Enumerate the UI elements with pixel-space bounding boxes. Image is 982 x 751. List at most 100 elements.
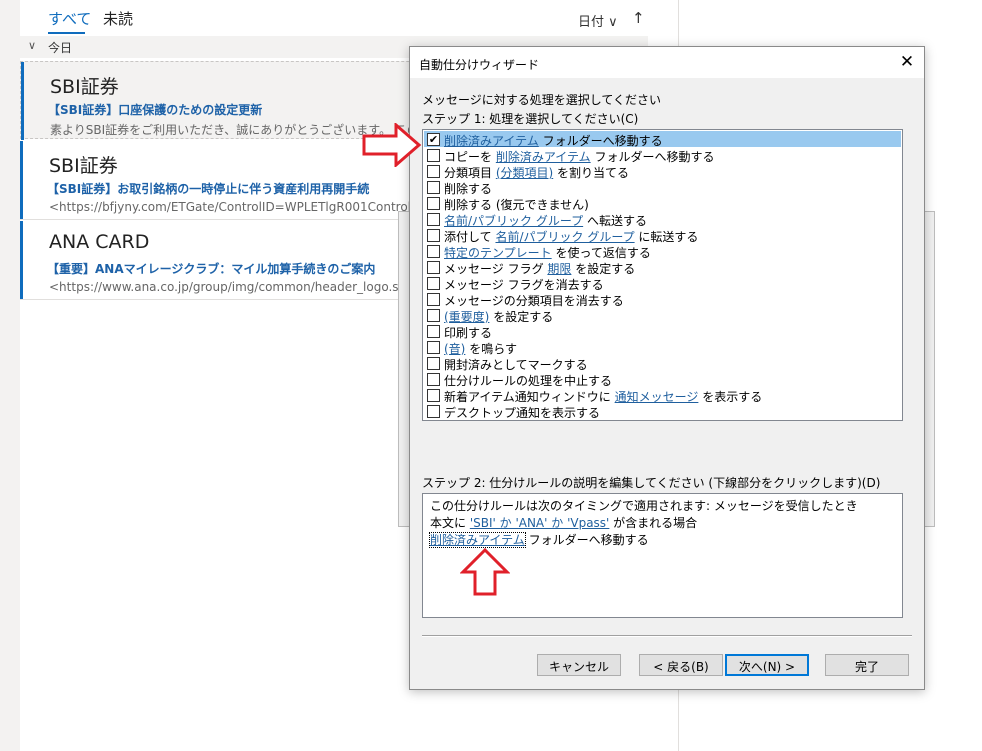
action-text-part: を設定する (571, 262, 636, 276)
checkbox-icon[interactable] (427, 293, 440, 306)
action-row[interactable]: 特定のテンプレート を使って返信する (424, 243, 901, 260)
mail-subject: 【SBI証券】口座保護のための設定更新 (48, 103, 263, 117)
action-link[interactable]: 特定のテンプレート (444, 246, 552, 260)
action-text-part: メッセージの分類項目を消去する (444, 294, 624, 308)
checkbox-icon[interactable] (427, 229, 440, 242)
action-row[interactable]: ✔ 削除済みアイテム フォルダーへ移動する (424, 131, 901, 148)
deleted-items-folder-link[interactable]: 削除済みアイテム (429, 532, 526, 548)
action-text-part: 添付して (444, 230, 496, 244)
checkbox-icon[interactable] (427, 389, 440, 402)
sort-direction-icon[interactable]: ↑ (632, 9, 645, 27)
left-gutter (0, 0, 20, 751)
separator (422, 635, 912, 637)
dialog-title: 自動仕分けウィザード (419, 58, 540, 72)
action-row[interactable]: 削除する (復元できません) (424, 195, 901, 212)
close-icon[interactable]: ✕ (894, 50, 920, 74)
tab-unread[interactable]: 未読 (103, 8, 133, 29)
keywords-link[interactable]: 'SBI' か 'ANA' か 'Vpass' (470, 516, 610, 530)
action-row[interactable]: (音) を鳴らす (424, 339, 901, 356)
tab-all-underline (48, 32, 85, 34)
mail-sender: SBI証券 (49, 155, 118, 177)
checkbox-icon[interactable] (427, 277, 440, 290)
action-row[interactable]: 開封済みとしてマークする (424, 355, 901, 372)
checkbox-icon[interactable] (427, 325, 440, 338)
action-text-part: 印刷する (444, 326, 493, 340)
checkbox-icon[interactable] (427, 181, 440, 194)
next-button[interactable]: 次へ(N) > (725, 654, 809, 676)
finish-button[interactable]: 完了 (825, 654, 909, 676)
action-row[interactable]: 仕分けルールの処理を中止する (424, 371, 901, 388)
unread-indicator (20, 141, 23, 219)
action-link[interactable]: 期限 (547, 262, 571, 276)
action-row[interactable]: 分類項目 (分類項目) を割り当てる (424, 163, 901, 180)
cancel-button[interactable]: キャンセル (537, 654, 621, 676)
action-row[interactable]: 削除する (424, 179, 901, 196)
action-link[interactable]: (音) (444, 342, 465, 356)
mail-sender: SBI証券 (50, 76, 119, 98)
action-row[interactable]: メッセージ フラグ 期限 を設定する (424, 259, 901, 276)
action-row[interactable]: メッセージ フラグを消去する (424, 275, 901, 292)
description-text: 本文に (430, 516, 470, 530)
action-text-part: メッセージ フラグ (444, 262, 548, 276)
checkbox-icon[interactable] (427, 373, 440, 386)
actions-list[interactable]: ✔ 削除済みアイテム フォルダーへ移動する コピーを 削除済みアイテム フォルダーへ… (422, 129, 903, 421)
action-text-part: を使って返信する (551, 246, 651, 260)
mail-preview: <https://www.ana.co.jp/group/img/common/… (49, 280, 399, 294)
action-row[interactable]: (重要度) を設定する (424, 307, 901, 324)
selected-indicator (21, 62, 24, 140)
action-link[interactable]: (分類項目) (496, 166, 553, 180)
mail-preview: <https://bfjyny.com/ETGate/ControlID=WPL… (49, 200, 412, 214)
dialog-titlebar: 自動仕分けウィザード ✕ (410, 47, 924, 78)
action-row[interactable]: コピーを 削除済みアイテム フォルダーへ移動する (424, 147, 901, 164)
checkbox-icon[interactable] (427, 197, 440, 210)
mail-sender: ANA CARD (49, 231, 150, 253)
action-row[interactable]: 印刷する (424, 323, 901, 340)
checkbox-checked-icon[interactable]: ✔ (427, 133, 440, 146)
action-text-part: 仕分けルールの処理を中止する (444, 374, 613, 388)
action-text-part: を鳴らす (465, 342, 517, 356)
checkbox-icon[interactable] (427, 149, 440, 162)
action-link[interactable]: 通知メッセージ (615, 390, 699, 404)
checkbox-icon[interactable] (427, 165, 440, 178)
action-label: デスクトップ通知を表示する (444, 404, 601, 420)
mail-subject: 【SBI証券】お取引銘柄の一時停止に伴う資産利用再開手続 (47, 182, 370, 196)
action-text-part: コピーを (444, 150, 496, 164)
action-text-part: フォルダーへ移動する (538, 134, 663, 148)
step1-label: ステップ 1: 処理を選択してください(C) (422, 112, 639, 126)
checkbox-icon[interactable] (427, 245, 440, 258)
action-text-part: 開封済みとしてマークする (444, 358, 588, 372)
checkbox-icon[interactable] (427, 357, 440, 370)
description-line: 本文に 'SBI' か 'ANA' か 'Vpass' が含まれる場合 (430, 514, 697, 531)
chevron-down-icon[interactable]: ∨ (28, 39, 36, 52)
action-row[interactable]: 名前/パブリック グループ へ転送する (424, 211, 901, 228)
action-link[interactable]: 名前/パブリック グループ (444, 214, 583, 228)
sort-by-date-button[interactable]: 日付 ∨ (578, 11, 618, 30)
checkbox-icon[interactable] (427, 213, 440, 226)
red-arrow-right-icon (362, 123, 422, 167)
action-row[interactable]: 新着アイテム通知ウィンドウに 通知メッセージ を表示する (424, 387, 901, 404)
action-row[interactable]: 添付して 名前/パブリック グループ に転送する (424, 227, 901, 244)
action-text-part: へ転送する (583, 214, 647, 228)
action-link[interactable]: 削除済みアイテム (496, 150, 591, 164)
checkbox-icon[interactable] (427, 261, 440, 274)
checkbox-icon[interactable] (427, 405, 440, 418)
action-row[interactable]: デスクトップ通知を表示する (424, 403, 901, 420)
action-link[interactable]: (重要度) (444, 310, 489, 324)
red-arrow-up-icon (460, 548, 510, 596)
mail-subject: 【重要】ANAマイレージクラブ：マイル加算手続きのご案内 (47, 262, 376, 276)
action-row[interactable]: メッセージの分類項目を消去する (424, 291, 901, 308)
action-text-part: 削除する (復元できません) (444, 198, 589, 212)
action-link[interactable]: 削除済みアイテム (444, 134, 539, 148)
action-text-part: を割り当てる (553, 166, 630, 180)
action-text-part: を表示する (698, 390, 763, 404)
action-text-part: 分類項目 (444, 166, 496, 180)
instruction-text: メッセージに対する処理を選択してください (422, 93, 662, 107)
checkbox-icon[interactable] (427, 309, 440, 322)
checkbox-icon[interactable] (427, 341, 440, 354)
back-button[interactable]: < 戻る(B) (639, 654, 723, 676)
tab-all[interactable]: すべて (48, 8, 91, 29)
description-line: この仕分けルールは次のタイミングで適用されます: メッセージを受信したとき (430, 497, 858, 514)
description-text: が含まれる場合 (609, 516, 698, 530)
action-link[interactable]: 名前/パブリック グループ (495, 230, 634, 244)
action-text-part: デスクトップ通知を表示する (444, 406, 601, 420)
